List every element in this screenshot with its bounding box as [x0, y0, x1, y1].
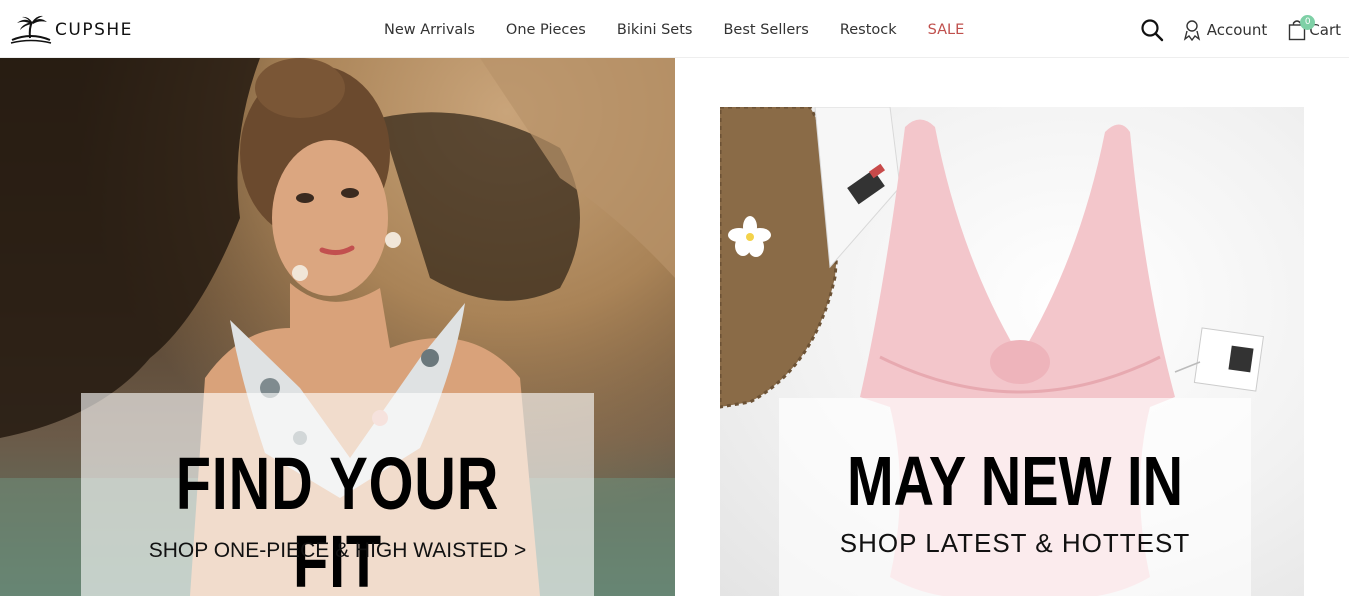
- nav-item-best-sellers[interactable]: Best Sellers: [723, 22, 808, 38]
- promo-overlay-right: MAY NEW IN SHOP LATEST & HOTTEST: [779, 398, 1251, 596]
- hero-banner-may-new-in[interactable]: MAY NEW IN SHOP LATEST & HOTTEST: [720, 107, 1304, 596]
- nav-item-bikini-sets[interactable]: Bikini Sets: [617, 22, 693, 38]
- promo-headline: FIND YOUR FIT: [175, 442, 500, 596]
- brand-name: CUPSHE: [55, 20, 133, 40]
- header-tools: Account 0 Cart: [1140, 15, 1341, 44]
- site-header: CUPSHE New Arrivals One Pieces Bikini Se…: [0, 0, 1349, 58]
- nav-item-one-pieces[interactable]: One Pieces: [506, 22, 586, 38]
- main-nav: New Arrivals One Pieces Bikini Sets Best…: [384, 18, 964, 42]
- hero-banner-find-your-fit[interactable]: FIND YOUR FIT SHOP ONE-PIECE & HIGH WAIS…: [0, 58, 675, 596]
- account-label: Account: [1206, 21, 1268, 39]
- cart-link[interactable]: 0 Cart: [1288, 15, 1341, 41]
- account-link[interactable]: Account: [1183, 19, 1268, 41]
- promo-subline-link[interactable]: SHOP ONE-PIECE & HIGH WAISTED >: [81, 539, 594, 563]
- nav-item-sale[interactable]: SALE: [928, 22, 965, 38]
- nav-item-new-arrivals[interactable]: New Arrivals: [384, 22, 475, 38]
- brand-logo[interactable]: CUPSHE: [10, 14, 133, 46]
- palm-tree-icon: [10, 15, 52, 44]
- search-icon[interactable]: [1140, 18, 1164, 42]
- user-icon: [1183, 20, 1200, 41]
- promo-subline-link[interactable]: SHOP LATEST & HOTTEST: [779, 528, 1251, 559]
- promo-overlay-left: FIND YOUR FIT SHOP ONE-PIECE & HIGH WAIS…: [81, 393, 594, 596]
- nav-item-restock[interactable]: Restock: [840, 22, 897, 38]
- promo-headline: MAY NEW IN: [846, 442, 1184, 520]
